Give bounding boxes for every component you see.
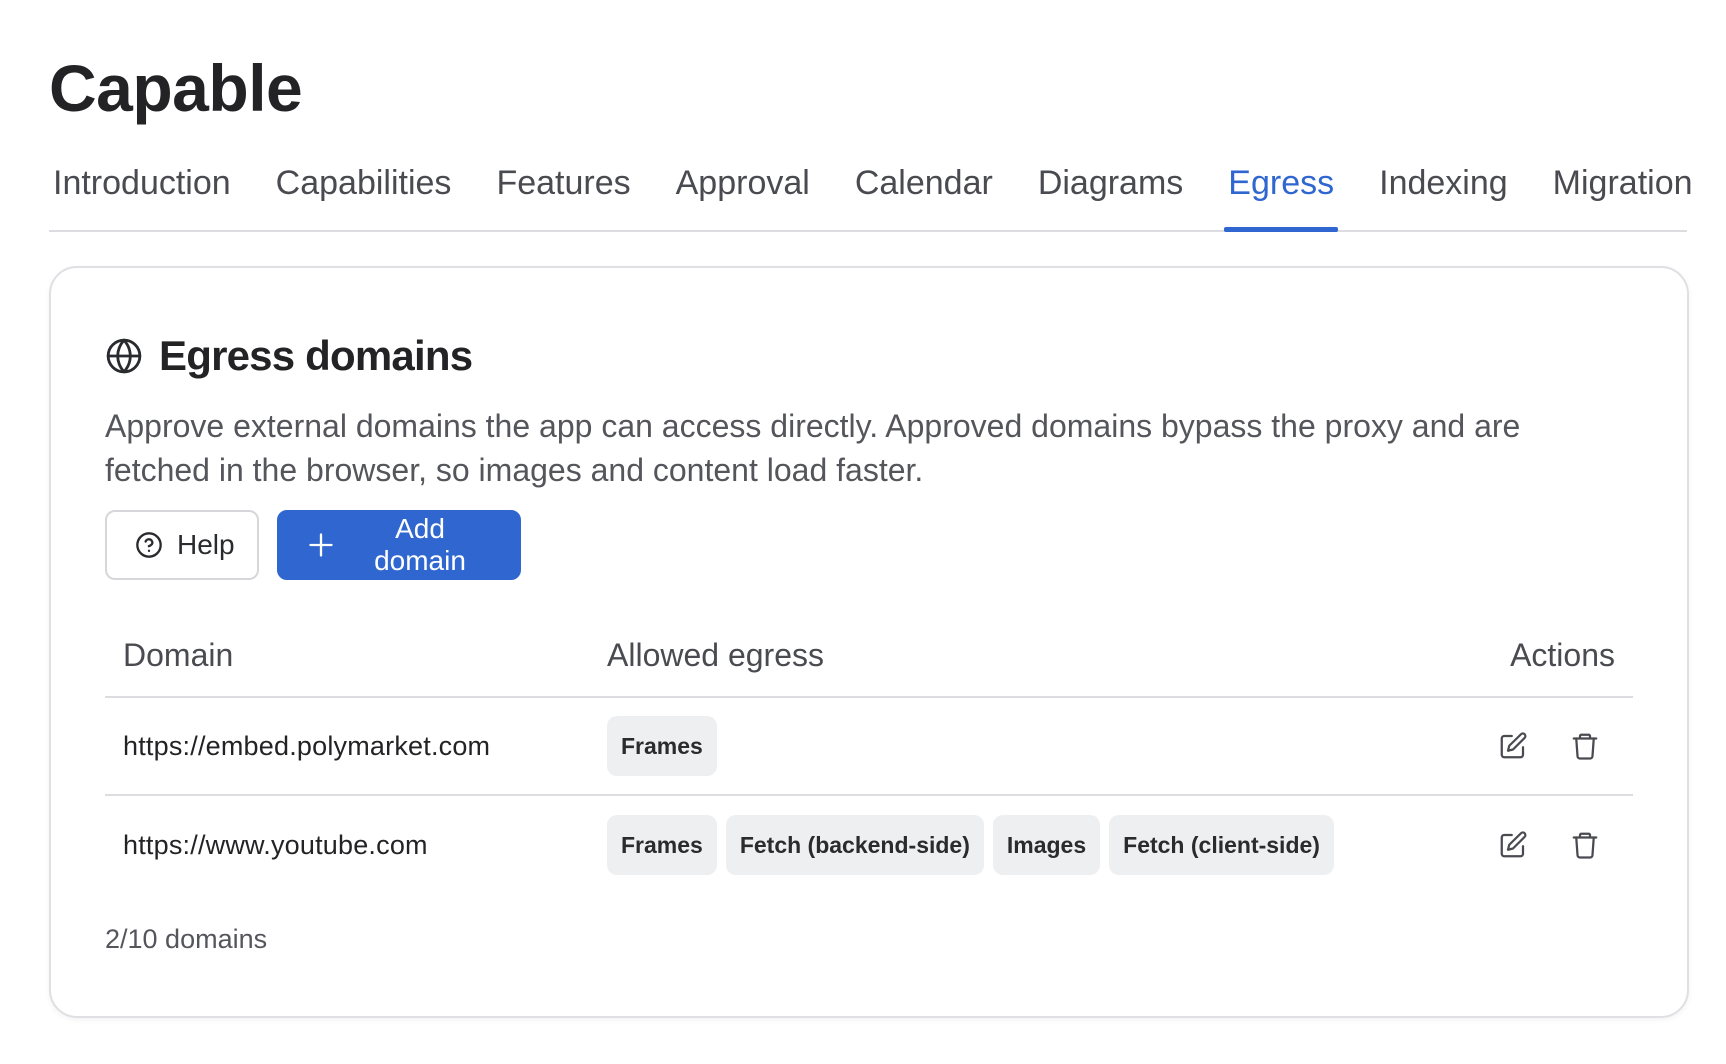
- header-domain: Domain: [123, 636, 234, 673]
- egress-domains-card: Egress domains Approve external domains …: [49, 266, 1689, 1018]
- domain-cell: https://embed.polymarket.com: [123, 730, 491, 761]
- tab-indexing[interactable]: Indexing: [1375, 136, 1512, 230]
- tab-bar: Introduction Capabilities Features Appro…: [49, 136, 1693, 232]
- domain-cell: https://www.youtube.com: [123, 829, 428, 860]
- row-actions: [1443, 827, 1633, 863]
- egress-chip: Images: [992, 815, 1101, 875]
- card-description: Approve external domains the app can acc…: [105, 408, 1521, 488]
- tab-capabilities[interactable]: Capabilities: [272, 136, 456, 230]
- tab-calendar[interactable]: Calendar: [851, 136, 997, 230]
- edit-icon[interactable]: [1495, 728, 1531, 764]
- domain-count: 2/10 domains: [105, 924, 268, 954]
- egress-chip: Frames: [607, 815, 717, 875]
- tab-features[interactable]: Features: [492, 136, 634, 230]
- globe-icon: [105, 337, 143, 375]
- row-actions: [1443, 728, 1633, 764]
- trash-icon[interactable]: [1567, 827, 1603, 863]
- tab-migration[interactable]: Migration: [1549, 136, 1697, 230]
- tab-introduction[interactable]: Introduction: [49, 136, 235, 230]
- plus-icon: [307, 531, 335, 559]
- header-actions: Actions: [1510, 636, 1615, 673]
- tab-egress[interactable]: Egress: [1224, 136, 1338, 232]
- egress-chips: Frames Fetch (backend-side) Images Fetch…: [607, 815, 1443, 875]
- card-header: Egress domains: [105, 326, 1633, 386]
- edit-icon[interactable]: [1495, 827, 1531, 863]
- tab-diagrams[interactable]: Diagrams: [1034, 136, 1187, 230]
- table-row: https://embed.polymarket.com Frames: [105, 698, 1633, 796]
- add-domain-button[interactable]: Add domain: [277, 510, 521, 580]
- card-title: Egress domains: [159, 332, 473, 379]
- table-row: https://www.youtube.com Frames Fetch (ba…: [105, 796, 1633, 894]
- app-title: Capable: [49, 51, 303, 125]
- add-domain-button-label: Add domain: [374, 513, 466, 576]
- domains-table: Domain Allowed egress Actions https://em…: [105, 614, 1633, 894]
- help-circle-icon: [135, 531, 163, 559]
- header-allowed-egress: Allowed egress: [607, 636, 824, 673]
- card-actions: Help Add domain: [105, 510, 1633, 580]
- egress-chips: Frames: [607, 716, 1443, 776]
- tab-approval[interactable]: Approval: [672, 136, 814, 230]
- help-button[interactable]: Help: [105, 510, 259, 580]
- help-button-label: Help: [177, 529, 235, 560]
- egress-chip: Fetch (backend-side): [725, 815, 984, 875]
- trash-icon[interactable]: [1567, 728, 1603, 764]
- egress-chip: Frames: [607, 716, 717, 776]
- table-header: Domain Allowed egress Actions: [105, 614, 1633, 698]
- egress-chip: Fetch (client-side): [1109, 815, 1334, 875]
- page: Capable Introduction Capabilities Featur…: [0, 0, 1726, 1064]
